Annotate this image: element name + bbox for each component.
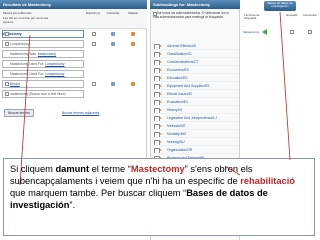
arrow-to-databases (279, 11, 291, 161)
arrow-to-term (19, 34, 31, 186)
arrow-to-rehabilitation (224, 165, 241, 176)
annotation-arrows (19, 11, 291, 186)
